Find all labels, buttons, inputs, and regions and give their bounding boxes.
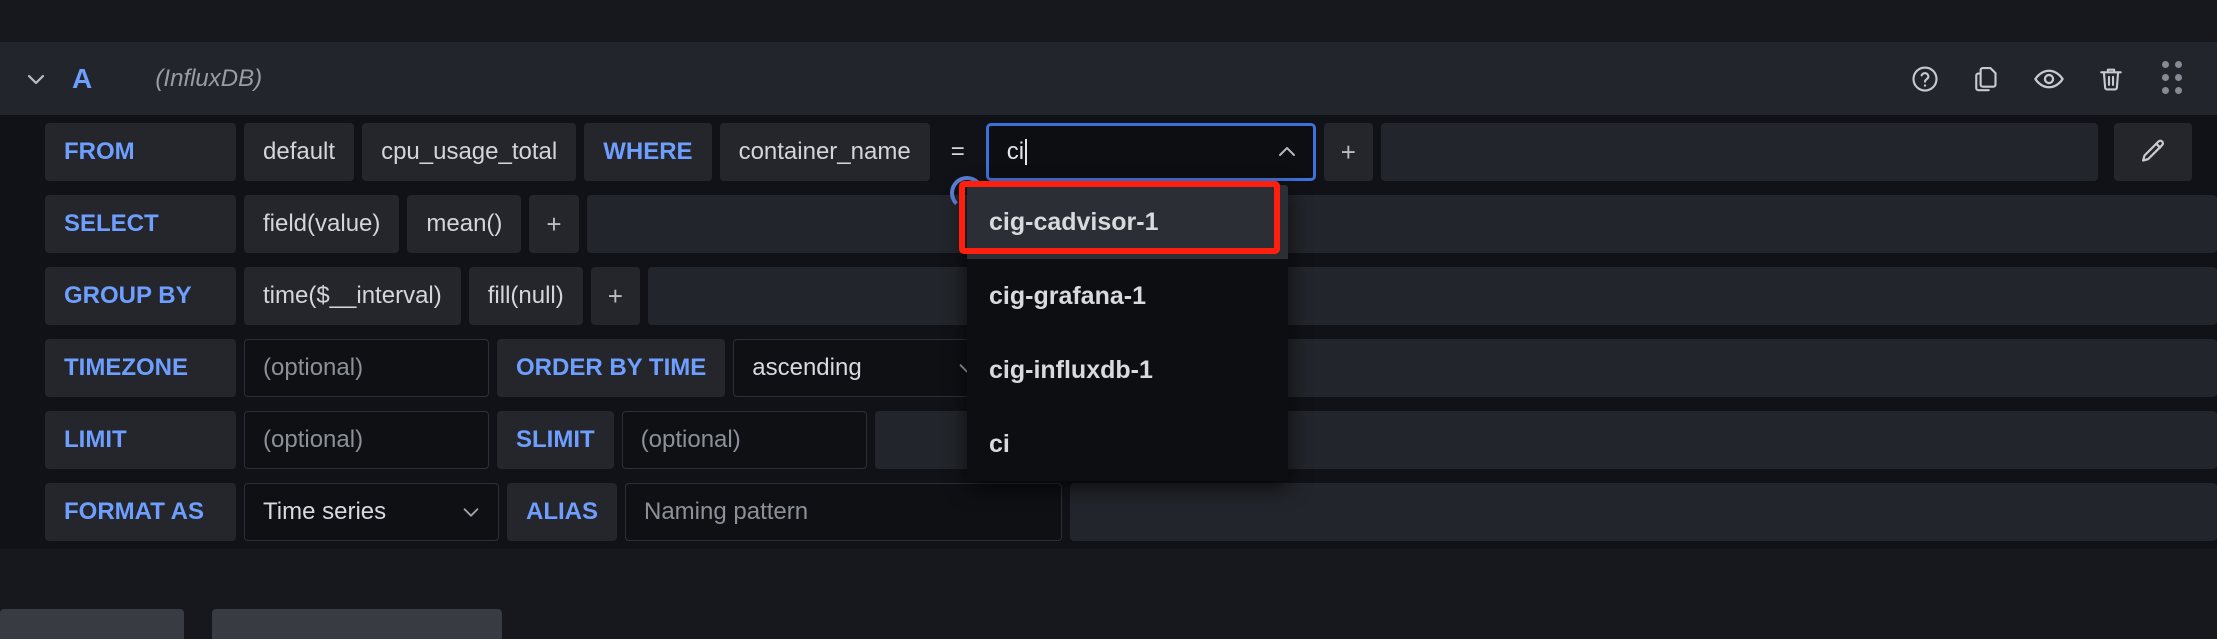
limit-placeholder: (optional) [263,426,364,453]
bottom-partial-button-2[interactable] [212,609,502,639]
select-add-button[interactable]: + [529,195,579,253]
group-by-row-filler [647,267,2217,325]
query-editor-screen: A (InfluxDB) FROM default cpu_usage_tota… [0,0,2217,639]
alias-label: ALIAS [507,483,617,541]
limit-label: LIMIT [45,411,236,469]
from-measurement-segment[interactable]: cpu_usage_total [362,123,577,181]
chevron-down-icon[interactable] [16,59,56,99]
duplicate-icon[interactable] [1969,61,2005,97]
where-tag-value-text: ci [1006,138,1028,165]
format-as-value: Time series [263,498,387,525]
dropdown-option-cig-grafana-1[interactable]: cig-grafana-1 [967,259,1288,333]
where-tag-value-combobox-wrap: ci [985,123,1316,181]
pencil-icon[interactable] [2114,123,2192,181]
order-by-time-label: ORDER BY TIME [497,339,726,397]
group-by-fill-segment[interactable]: fill(null) [468,267,583,325]
header-action-icons [1907,61,2191,97]
dropdown-option-cig-influxdb-1[interactable]: cig-influxdb-1 [967,333,1288,407]
group-by-add-button[interactable]: + [590,267,640,325]
timezone-placeholder: (optional) [263,354,364,381]
query-header-bar: A (InfluxDB) [0,42,2217,115]
select-row-filler [586,195,2217,253]
eye-icon[interactable] [2031,61,2067,97]
from-policy-segment[interactable]: default [244,123,355,181]
order-by-time-select[interactable]: ascending [733,339,996,397]
from-label: FROM [45,123,236,181]
timezone-input[interactable]: (optional) [244,339,489,397]
query-ref-id[interactable]: A [72,63,92,95]
dropdown-option-ci[interactable]: ci [967,407,1288,481]
trash-icon[interactable] [2093,61,2129,97]
limit-input[interactable]: (optional) [244,411,489,469]
select-aggregation-segment[interactable]: mean() [407,195,522,253]
from-row-filler [1380,123,2098,181]
drag-handle-icon[interactable] [2155,61,2191,97]
select-label: SELECT [45,195,236,253]
dropdown-option-cig-cadvisor-1[interactable]: cig-cadvisor-1 [967,185,1288,259]
row-from-inner: FROM default cpu_usage_total WHERE conta… [45,123,2098,181]
where-tag-key-segment[interactable]: container_name [719,123,930,181]
bottom-partial-button-1[interactable] [0,609,184,639]
slimit-input[interactable]: (optional) [621,411,867,469]
alias-input[interactable]: Naming pattern [625,483,1062,541]
tag-value-dropdown: cig-cadvisor-1 cig-grafana-1 cig-influxd… [967,185,1288,481]
chevron-down-icon[interactable] [460,501,482,523]
where-add-button[interactable]: + [1323,123,1373,181]
select-field-segment[interactable]: field(value) [244,195,400,253]
slimit-label: SLIMIT [497,411,614,469]
order-by-time-value: ascending [752,354,862,381]
alias-placeholder: Naming pattern [644,498,809,525]
format-as-select[interactable]: Time series [244,483,499,541]
where-operator-segment[interactable]: = [938,123,978,181]
row-format-as: FORMAT AS Time series ALIAS Naming patte… [0,476,2217,548]
format-as-label: FORMAT AS [45,483,236,541]
timezone-label: TIMEZONE [45,339,236,397]
chevron-up-icon[interactable] [1275,140,1299,164]
top-background-band [0,0,2217,42]
row-format-as-inner: FORMAT AS Time series ALIAS Naming patte… [45,483,2217,541]
group-by-label: GROUP BY [45,267,236,325]
drag-handle-dots [2162,61,2184,96]
group-by-time-segment[interactable]: time($__interval) [244,267,461,325]
where-keyword: WHERE [584,123,712,181]
datasource-name: (InfluxDB) [155,64,263,92]
format-as-row-filler [1070,483,2217,541]
slimit-placeholder: (optional) [640,426,741,453]
where-tag-value-input[interactable]: ci [985,123,1316,181]
row-from: FROM default cpu_usage_total WHERE conta… [0,116,2217,188]
help-icon[interactable] [1907,61,1943,97]
